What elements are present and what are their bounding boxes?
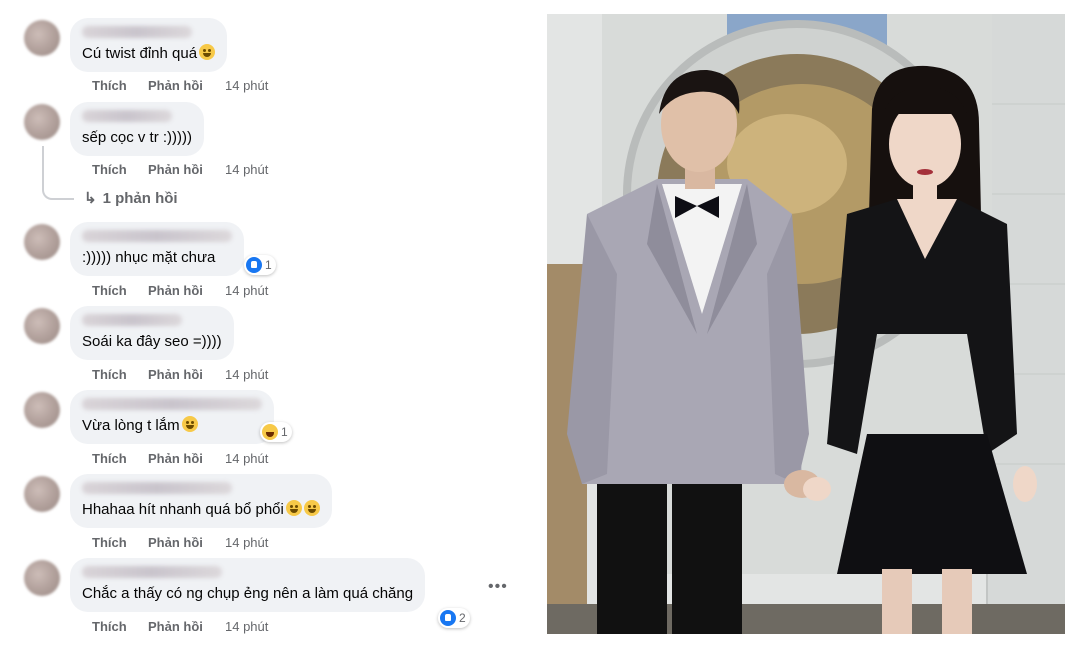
like-link[interactable]: Thích [92, 162, 148, 177]
avatar[interactable] [24, 104, 60, 140]
comments-panel: Cú twist đỉnh quá Thích Phản hồi 14 phút… [0, 0, 530, 648]
reply-link[interactable]: Phản hồi [148, 367, 225, 382]
comment-text: Chắc a thấy có ng chụp ẻng nên a làm quá… [82, 585, 414, 602]
timestamp[interactable]: 14 phút [225, 162, 268, 177]
view-replies-link[interactable]: ↳ 1 phản hồi [84, 189, 178, 207]
comment-bubble: sếp cọc v tr :))))) [70, 102, 205, 156]
reaction-badge[interactable]: 2 [438, 608, 470, 628]
laughing-emoji-icon [181, 416, 198, 432]
comment-bubble: Cú twist đỉnh quá [70, 18, 228, 72]
like-link[interactable]: Thích [92, 619, 148, 634]
comment-actions: Thích Phản hồi 14 phút [92, 283, 268, 298]
comment-text: sếp cọc v tr :))))) [82, 129, 193, 146]
more-options-icon[interactable]: ••• [488, 578, 508, 596]
comment-actions: Thích Phản hồi 14 phút [92, 162, 268, 177]
blurred-author-name[interactable] [82, 566, 222, 578]
blurred-author-name[interactable] [82, 230, 232, 242]
timestamp[interactable]: 14 phút [225, 451, 268, 466]
grinning-sweat-emoji-icon [303, 500, 320, 516]
avatar[interactable] [24, 224, 60, 260]
like-reaction-icon [246, 257, 262, 273]
comment-actions: Thích Phản hồi 14 phút [92, 535, 268, 550]
reaction-badge[interactable]: 1 [244, 255, 276, 275]
like-link[interactable]: Thích [92, 535, 148, 550]
like-reaction-icon [440, 610, 456, 626]
comment-text: Hhahaa hít nhanh quá bổ phổi [82, 501, 284, 518]
blurred-author-name[interactable] [82, 26, 192, 38]
reply-link[interactable]: Phản hồi [148, 78, 225, 93]
like-link[interactable]: Thích [92, 283, 148, 298]
haha-reaction-icon [262, 424, 278, 440]
avatar[interactable] [24, 308, 60, 344]
comment-actions: Thích Phản hồi 14 phút [92, 451, 268, 466]
reply-arrow-icon: ↳ [84, 190, 97, 207]
thread-connector [42, 146, 74, 200]
reply-link[interactable]: Phản hồi [148, 451, 225, 466]
comment-text: :))))) nhục mặt chưa [82, 249, 216, 266]
timestamp[interactable]: 14 phút [225, 619, 268, 634]
like-link[interactable]: Thích [92, 367, 148, 382]
reply-link[interactable]: Phản hồi [148, 283, 225, 298]
replies-count-label: 1 phản hồi [102, 190, 178, 207]
avatar[interactable] [24, 476, 60, 512]
reaction-badge[interactable]: 1 [260, 422, 292, 442]
comment-actions: Thích Phản hồi 14 phút [92, 78, 268, 93]
blurred-author-name[interactable] [82, 482, 232, 494]
avatar[interactable] [24, 560, 60, 596]
blurred-author-name[interactable] [82, 314, 182, 326]
reaction-count: 2 [459, 611, 466, 625]
comment-text: Cú twist đỉnh quá [82, 45, 198, 62]
timestamp[interactable]: 14 phút [225, 535, 268, 550]
comment-bubble: Soái ka đây seo =)))) [70, 306, 234, 360]
timestamp[interactable]: 14 phút [225, 78, 268, 93]
comment-bubble: Hhahaa hít nhanh quá bổ phổi [70, 474, 332, 528]
crying-laughing-emoji-icon [199, 44, 216, 60]
comment-text: Vừa lòng t lắm [82, 417, 180, 434]
blurred-author-name[interactable] [82, 110, 172, 122]
reply-link[interactable]: Phản hồi [148, 619, 225, 634]
comment-text: Soái ka đây seo =)))) [82, 333, 222, 350]
reply-link[interactable]: Phản hồi [148, 535, 225, 550]
like-link[interactable]: Thích [92, 78, 148, 93]
reply-link[interactable]: Phản hồi [148, 162, 225, 177]
timestamp[interactable]: 14 phút [225, 367, 268, 382]
reaction-count: 1 [265, 258, 272, 272]
photo-icon[interactable] [547, 14, 1065, 634]
comment-actions: Thích Phản hồi 14 phút [92, 619, 268, 634]
photo-illustration [547, 14, 1065, 634]
reaction-count: 1 [281, 425, 288, 439]
grinning-sweat-emoji-icon [285, 500, 302, 516]
comment-actions: Thích Phản hồi 14 phút [92, 367, 268, 382]
timestamp[interactable]: 14 phút [225, 283, 268, 298]
avatar[interactable] [24, 392, 60, 428]
comment-bubble: Chắc a thấy có ng chụp ẻng nên a làm quá… [70, 558, 426, 612]
blurred-author-name[interactable] [82, 398, 262, 410]
comment-bubble: Vừa lòng t lắm [70, 390, 274, 444]
like-link[interactable]: Thích [92, 451, 148, 466]
comment-bubble: :))))) nhục mặt chưa [70, 222, 244, 276]
avatar[interactable] [24, 20, 60, 56]
